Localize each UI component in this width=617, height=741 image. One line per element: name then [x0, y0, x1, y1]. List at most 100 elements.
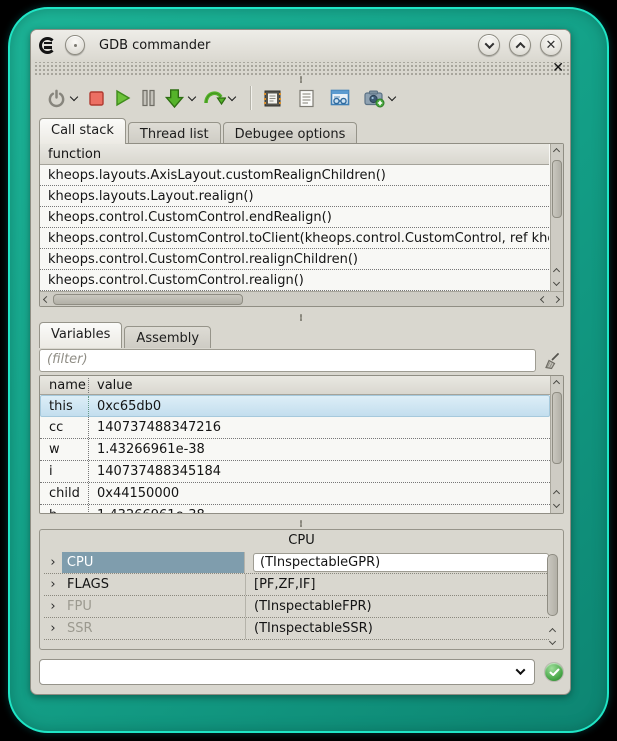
- variables-vscrollbar[interactable]: [550, 376, 563, 513]
- callstack-column-header[interactable]: function: [40, 144, 549, 165]
- expand-icon[interactable]: ›: [44, 621, 62, 636]
- var-value: 1.43266961e-38: [89, 508, 205, 514]
- expand-icon[interactable]: ›: [44, 555, 62, 570]
- maximize-button[interactable]: [509, 34, 531, 56]
- panel-splitter-handle[interactable]: [300, 520, 302, 527]
- dock-handle-strip[interactable]: ✕: [33, 62, 570, 75]
- callstack-row[interactable]: kheops.layouts.AxisLayout.customRealignC…: [40, 165, 549, 186]
- scroll-up-icon[interactable]: [553, 268, 560, 275]
- close-button[interactable]: ✕: [540, 34, 562, 56]
- callstack-row[interactable]: kheops.control.CustomControl.toClient(kh…: [40, 228, 549, 249]
- scroll-up-icon[interactable]: [553, 148, 560, 155]
- pause-button[interactable]: [136, 85, 160, 111]
- register-group-name[interactable]: FPU: [62, 596, 246, 617]
- register-group-value: (TInspectableFPR): [246, 599, 549, 614]
- variable-row[interactable]: w 1.43266961e-38: [40, 439, 550, 461]
- run-button[interactable]: [110, 85, 134, 111]
- chevron-down-icon: [484, 39, 494, 49]
- column-name[interactable]: name: [40, 378, 89, 393]
- step-into-icon: [164, 88, 185, 109]
- callstack-tabbar: Call stack Thread list Debugee options: [39, 118, 359, 144]
- camera-add-icon: [364, 89, 385, 108]
- scroll-thumb[interactable]: [547, 554, 558, 616]
- power-dropdown-icon[interactable]: [70, 93, 78, 101]
- tab-thread-list[interactable]: Thread list: [128, 122, 221, 144]
- scroll-left-icon[interactable]: [540, 295, 547, 302]
- document-icon: [298, 89, 315, 108]
- play-icon: [114, 89, 131, 107]
- callstack-row[interactable]: kheops.control.CustomControl.endRealign(…: [40, 207, 549, 228]
- cpu-row-fpu[interactable]: › FPU (TInspectableFPR): [44, 596, 549, 618]
- confirm-button[interactable]: [544, 662, 564, 682]
- tab-variables[interactable]: Variables: [39, 322, 122, 348]
- scroll-thumb[interactable]: [552, 392, 562, 464]
- variable-row[interactable]: cc 140737488347216: [40, 417, 550, 439]
- stop-button[interactable]: [84, 85, 108, 111]
- callstack-hscrollbar[interactable]: [40, 291, 563, 306]
- scroll-right-icon[interactable]: [553, 295, 560, 302]
- step-over-dropdown-icon[interactable]: [228, 93, 236, 101]
- cpu-group-title: CPU: [40, 530, 563, 548]
- gdb-commander-window: GDB commander ✕ ✕: [30, 29, 571, 695]
- var-name: this: [41, 396, 89, 416]
- step-over-button[interactable]: [202, 85, 226, 111]
- panel-splitter-handle[interactable]: [300, 314, 302, 321]
- register-group-name[interactable]: CPU: [62, 552, 245, 573]
- cpu-row-ssr[interactable]: › SSR (TInspectableSSR): [44, 618, 549, 640]
- scroll-left-icon[interactable]: [43, 295, 50, 302]
- scroll-up-icon[interactable]: [553, 380, 560, 387]
- callstack-vscrollbar[interactable]: [550, 144, 563, 291]
- tab-call-stack[interactable]: Call stack: [39, 118, 126, 144]
- tab-debugee-options[interactable]: Debugee options: [223, 122, 358, 144]
- dock-close-icon[interactable]: ✕: [552, 60, 564, 76]
- column-value[interactable]: value: [89, 378, 133, 393]
- scroll-down-icon[interactable]: [553, 501, 560, 508]
- expand-icon[interactable]: ›: [44, 599, 62, 614]
- cpu-row-flags[interactable]: › FLAGS [PF,ZF,IF]: [44, 574, 549, 596]
- power-button[interactable]: [44, 85, 68, 111]
- command-combobox[interactable]: [39, 659, 535, 685]
- variable-row-this[interactable]: this 0xc65db0: [40, 395, 550, 417]
- callstack-row[interactable]: kheops.layouts.Layout.realign(): [40, 186, 549, 207]
- minimize-button[interactable]: [478, 34, 500, 56]
- var-name: w: [40, 439, 89, 460]
- menu-dot-icon: [74, 44, 77, 47]
- register-group-value: (TInspectableSSR): [246, 621, 549, 636]
- snapshot-dropdown-icon[interactable]: [388, 93, 396, 101]
- register-group-name[interactable]: SSR: [62, 618, 246, 639]
- scroll-down-icon[interactable]: [549, 638, 556, 645]
- chevron-down-icon[interactable]: [516, 665, 526, 675]
- variable-row[interactable]: h 1.43266961e-38: [40, 505, 550, 514]
- window-menu-button[interactable]: [65, 35, 85, 55]
- callstack-row[interactable]: kheops.control.CustomControl.realignChil…: [40, 249, 549, 270]
- watches-window-button[interactable]: [328, 85, 352, 111]
- var-value: 140737488347216: [89, 420, 221, 435]
- expand-icon[interactable]: ›: [44, 577, 62, 592]
- cpu-vscrollbar[interactable]: [546, 552, 559, 646]
- titlebar[interactable]: GDB commander ✕: [31, 30, 570, 60]
- clear-filter-button[interactable]: [540, 349, 564, 372]
- scroll-thumb[interactable]: [552, 160, 562, 218]
- scroll-up-icon[interactable]: [553, 490, 560, 497]
- var-name: i: [40, 461, 89, 482]
- cpu-view-button[interactable]: [260, 85, 284, 111]
- watches-icon: [330, 89, 350, 107]
- var-name: h: [40, 505, 89, 514]
- scroll-thumb[interactable]: [53, 294, 243, 305]
- variables-header: name value: [40, 376, 550, 395]
- variables-filter-input[interactable]: (filter): [39, 349, 536, 372]
- scroll-down-icon[interactable]: [553, 279, 560, 286]
- cpu-view-icon: [263, 89, 282, 108]
- variable-row[interactable]: child 0x44150000: [40, 483, 550, 505]
- output-log-button[interactable]: [294, 85, 318, 111]
- register-value-field[interactable]: (TInspectableGPR): [253, 553, 549, 572]
- cpu-row-cpu[interactable]: › CPU (TInspectableGPR): [44, 552, 549, 574]
- tab-assembly[interactable]: Assembly: [124, 326, 211, 348]
- register-group-name[interactable]: FLAGS: [62, 574, 246, 595]
- step-into-button[interactable]: [162, 85, 186, 111]
- step-into-dropdown-icon[interactable]: [188, 93, 196, 101]
- variable-row[interactable]: i 140737488345184: [40, 461, 550, 483]
- snapshot-add-button[interactable]: [362, 85, 386, 111]
- scroll-up-icon[interactable]: [549, 628, 556, 635]
- callstack-row[interactable]: kheops.control.CustomControl.realign(): [40, 270, 549, 291]
